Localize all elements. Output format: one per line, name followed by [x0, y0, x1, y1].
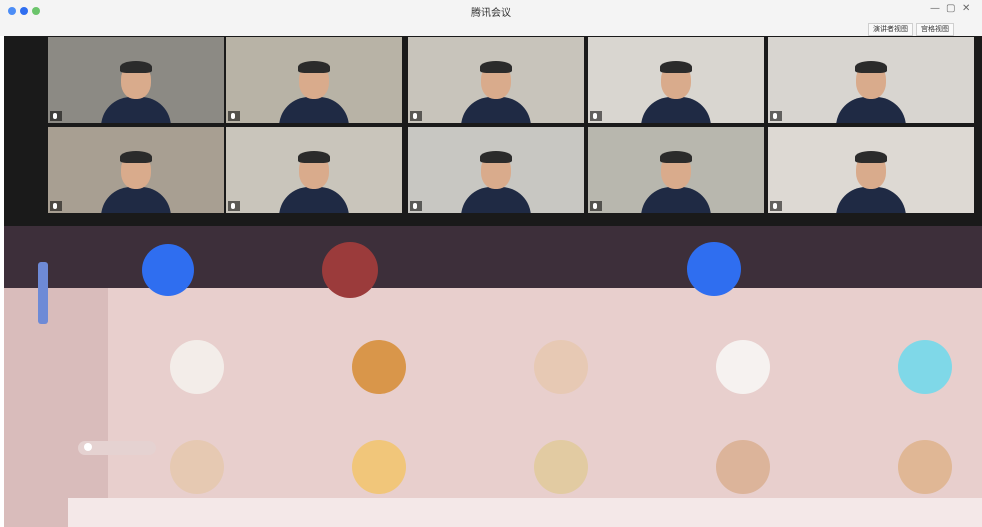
- participant-name-tag: [770, 201, 782, 211]
- hair-shape: [660, 61, 692, 73]
- close-icon[interactable]: ✕: [962, 3, 970, 14]
- hair-shape: [120, 61, 152, 73]
- hair-shape: [855, 151, 887, 163]
- body-shape: [101, 97, 171, 123]
- view-mode-button[interactable]: 演讲者视图: [868, 23, 913, 36]
- microphone-icon: [593, 203, 597, 209]
- gallery-view: [4, 226, 982, 527]
- body-shape: [836, 187, 906, 213]
- participant-name-tag: [590, 201, 602, 211]
- participant-video: [279, 61, 349, 123]
- hair-shape: [120, 151, 152, 163]
- body-shape: [461, 187, 531, 213]
- participant-video: [836, 151, 906, 213]
- microphone-icon: [53, 203, 57, 209]
- body-shape: [641, 187, 711, 213]
- video-tile[interactable]: [48, 127, 224, 213]
- minimize-icon[interactable]: —: [930, 3, 940, 14]
- chat-bubble[interactable]: [78, 441, 156, 455]
- avatar: [534, 340, 588, 394]
- participant-name-tag: [410, 111, 422, 121]
- microphone-icon: [773, 203, 777, 209]
- avatar: [716, 440, 770, 494]
- gallery-tile[interactable]: [656, 328, 834, 426]
- avatar: [170, 340, 224, 394]
- hair-shape: [298, 151, 330, 163]
- hair-shape: [660, 151, 692, 163]
- microphone-icon: [773, 113, 777, 119]
- participant-video: [279, 151, 349, 213]
- hair-shape: [480, 61, 512, 73]
- title-bar: 腾讯会议 — ▢ ✕: [0, 0, 982, 23]
- window-title: 腾讯会议: [471, 8, 511, 19]
- participant-video: [101, 61, 171, 123]
- avatar: [352, 340, 406, 394]
- video-tile[interactable]: [226, 37, 402, 123]
- panel-drag-handle[interactable]: [38, 262, 48, 324]
- hair-shape: [480, 151, 512, 163]
- body-shape: [641, 97, 711, 123]
- microphone-icon: [413, 203, 417, 209]
- avatar: [352, 440, 406, 494]
- avatar: [898, 340, 952, 394]
- body-shape: [279, 187, 349, 213]
- participant-video: [836, 61, 906, 123]
- microphone-icon: [413, 113, 417, 119]
- avatar[interactable]: [687, 242, 741, 296]
- gallery-tile[interactable]: [474, 328, 652, 426]
- participant-video: [641, 151, 711, 213]
- participant-name-tag: [410, 201, 422, 211]
- gallery-tile[interactable]: [292, 328, 470, 426]
- gallery-tile[interactable]: [110, 328, 288, 426]
- participant-name-tag: [50, 111, 62, 121]
- participant-video: [101, 151, 171, 213]
- video-grid: [4, 36, 982, 226]
- meeting-controls-bar: [68, 498, 982, 527]
- microphone-icon: [593, 113, 597, 119]
- video-tile[interactable]: [588, 37, 764, 123]
- avatar: [170, 440, 224, 494]
- microphone-icon: [53, 113, 57, 119]
- side-panel: [4, 288, 108, 527]
- video-tile[interactable]: [768, 127, 974, 213]
- avatar[interactable]: [322, 242, 378, 298]
- user-icon: [84, 443, 92, 451]
- avatar: [716, 340, 770, 394]
- participant-video: [461, 151, 531, 213]
- hair-shape: [855, 61, 887, 73]
- body-shape: [461, 97, 531, 123]
- participant-name-tag: [50, 201, 62, 211]
- video-tile[interactable]: [226, 127, 402, 213]
- participant-strip: [4, 226, 982, 298]
- video-tile[interactable]: [768, 37, 974, 123]
- hair-shape: [298, 61, 330, 73]
- microphone-icon: [231, 203, 235, 209]
- maximize-icon[interactable]: ▢: [946, 3, 955, 14]
- body-shape: [279, 97, 349, 123]
- video-tile[interactable]: [408, 37, 584, 123]
- participant-name-tag: [770, 111, 782, 121]
- video-tile[interactable]: [408, 127, 584, 213]
- top-toolbar: 演讲者视图 宫格视图: [0, 22, 982, 36]
- avatar[interactable]: [142, 244, 194, 296]
- microphone-icon: [231, 113, 235, 119]
- video-tile[interactable]: [48, 37, 224, 123]
- layout-button[interactable]: 宫格视图: [916, 23, 954, 36]
- participant-video: [641, 61, 711, 123]
- video-tile[interactable]: [588, 127, 764, 213]
- participant-video: [461, 61, 531, 123]
- participant-name-tag: [590, 111, 602, 121]
- participant-name-tag: [228, 201, 240, 211]
- gallery-tile[interactable]: [838, 328, 982, 426]
- body-shape: [101, 187, 171, 213]
- avatar: [898, 440, 952, 494]
- body-shape: [836, 97, 906, 123]
- participant-name-tag: [228, 111, 240, 121]
- avatar: [534, 440, 588, 494]
